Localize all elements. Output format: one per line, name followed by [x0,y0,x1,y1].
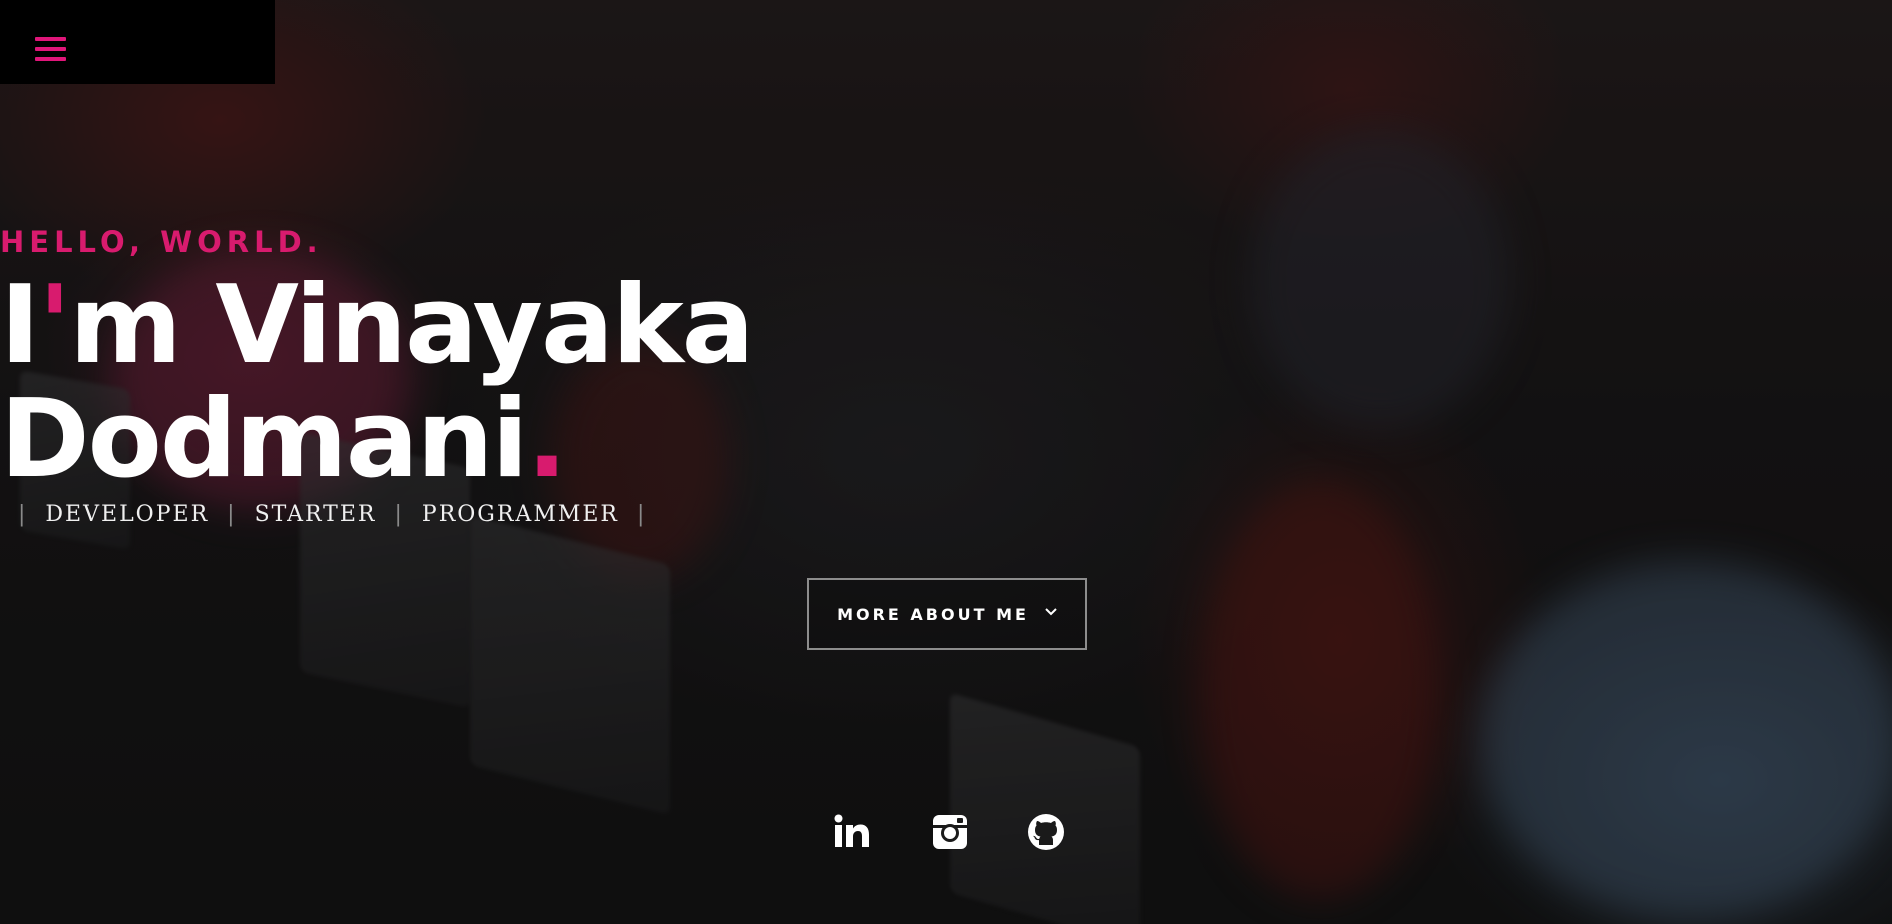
name-accent-dot: . [526,377,567,502]
roles-list: | DEVELOPER | STARTER | PROGRAMMER | [0,502,1892,527]
name-apostrophe: ' [38,263,71,388]
hamburger-menu-icon[interactable] [35,37,66,63]
role-separator: | [637,502,647,527]
role-developer: DEVELOPER [45,502,210,527]
role-starter: STARTER [254,502,377,527]
github-icon[interactable] [1026,812,1066,852]
surname: Dodmani [0,377,528,502]
linkedin-icon[interactable] [832,812,872,852]
more-about-me-label: MORE ABOUT ME [837,604,1029,624]
role-separator: | [394,502,404,527]
name-line-1: I'm Vinayaka [0,272,1892,380]
role-programmer: PROGRAMMER [421,502,619,527]
more-about-me-button[interactable]: MORE ABOUT ME [807,578,1087,650]
role-separator: | [227,502,237,527]
hero-section: HELLO, WORLD. I'm Vinayaka Dodmani. | DEV… [0,0,1892,924]
chevron-down-icon [1045,604,1057,620]
name-rest: m Vinayaka [69,263,754,388]
name-line-2: Dodmani. [0,386,1892,494]
instagram-icon[interactable] [930,812,970,852]
greeting-text: HELLO, WORLD. [0,225,323,259]
name-first-letter: I [0,263,40,388]
menu-box [0,0,275,84]
role-separator: | [18,502,28,527]
